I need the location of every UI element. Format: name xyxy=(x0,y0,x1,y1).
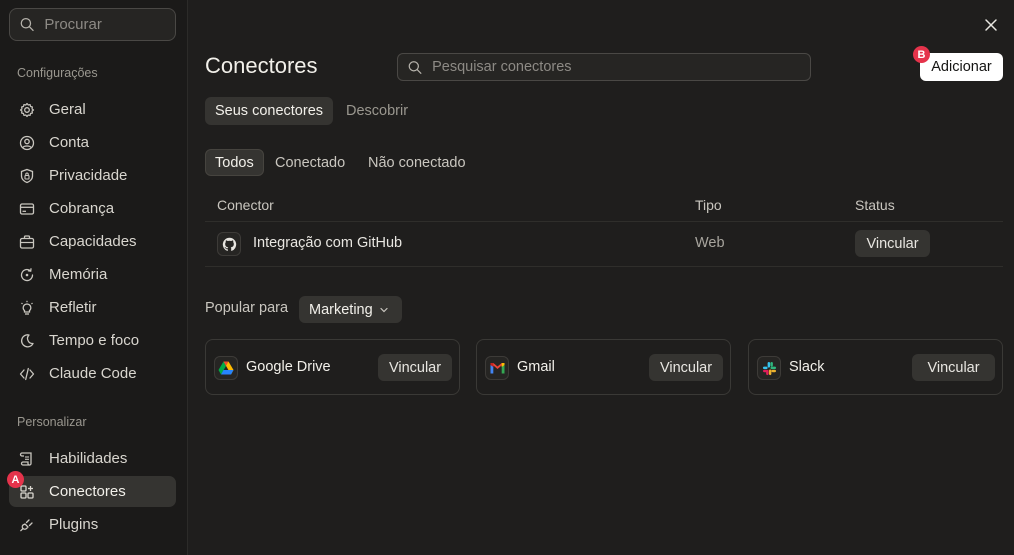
search-icon xyxy=(408,60,422,74)
connector-search[interactable] xyxy=(397,53,811,81)
shield-lock-icon xyxy=(20,168,34,183)
scroll-icon xyxy=(19,451,32,466)
gmail-icon xyxy=(485,356,509,380)
connector-card-slack: Slack Vincular xyxy=(748,339,1003,395)
user-circle-icon xyxy=(19,135,35,150)
gear-icon xyxy=(19,102,35,117)
sidebar-item-plugins[interactable]: Plugins xyxy=(9,509,176,540)
annotation-badge-a: A xyxy=(7,471,24,488)
sidebar-item-claude-code[interactable]: Claude Code xyxy=(9,358,176,389)
filter-all[interactable]: Todos xyxy=(205,149,264,176)
column-header-connector: Conector xyxy=(217,197,274,213)
section-label-settings: Configurações xyxy=(17,66,98,80)
sidebar-item-label: Cobrança xyxy=(49,200,115,217)
lightbulb-icon xyxy=(21,300,33,315)
card-name: Slack xyxy=(789,359,825,375)
connector-search-input[interactable] xyxy=(432,59,810,75)
sidebar-item-label: Claude Code xyxy=(49,365,137,382)
sidebar-item-refletir[interactable]: Refletir xyxy=(9,292,176,323)
table-divider xyxy=(205,266,1003,267)
link-button-google-drive[interactable]: Vincular xyxy=(378,354,452,381)
sidebar: Configurações Geral Conta Privacidade Co… xyxy=(0,0,188,555)
sidebar-item-label: Memória xyxy=(49,266,108,283)
sidebar-item-conectores[interactable]: Conectores xyxy=(9,476,176,507)
sidebar-item-label: Refletir xyxy=(49,299,97,316)
popular-label: Popular para xyxy=(205,300,289,316)
filter-connected[interactable]: Conectado xyxy=(266,149,354,176)
sidebar-item-label: Plugins xyxy=(49,516,99,533)
link-button-github[interactable]: Vincular xyxy=(855,230,930,257)
sidebar-search[interactable] xyxy=(9,8,176,41)
annotation-badge-b: B xyxy=(913,46,930,63)
sidebar-search-input[interactable] xyxy=(44,16,175,33)
plug-icon xyxy=(20,518,33,531)
moon-icon xyxy=(21,333,34,347)
page-title: Conectores xyxy=(205,53,318,78)
card-name: Google Drive xyxy=(246,359,331,375)
link-button-gmail[interactable]: Vincular xyxy=(649,354,723,381)
sidebar-item-capacidades[interactable]: Capacidades xyxy=(9,226,176,257)
briefcase-icon xyxy=(19,234,35,249)
memory-icon xyxy=(20,267,34,281)
chevron-down-icon xyxy=(380,307,388,312)
sidebar-item-label: Capacidades xyxy=(49,233,137,250)
sidebar-item-geral[interactable]: Geral xyxy=(9,94,176,125)
close-icon[interactable] xyxy=(983,17,999,33)
google-drive-icon xyxy=(214,356,238,380)
sidebar-item-label: Geral xyxy=(49,101,86,118)
section-label-personalize: Personalizar xyxy=(17,415,87,429)
sidebar-item-label: Privacidade xyxy=(49,167,128,184)
sidebar-item-conta[interactable]: Conta xyxy=(9,127,176,158)
connector-card-google-drive: Google Drive Vincular xyxy=(205,339,460,395)
tab-your-connectors[interactable]: Seus conectores xyxy=(205,97,334,125)
sidebar-item-label: Conta xyxy=(49,134,90,151)
filter-not-connected[interactable]: Não conectado xyxy=(359,149,475,176)
category-dropdown[interactable]: Marketing xyxy=(299,296,402,323)
card-name: Gmail xyxy=(517,359,555,375)
search-icon xyxy=(20,17,34,32)
credit-card-icon xyxy=(19,202,35,215)
sidebar-item-cobranca[interactable]: Cobrança xyxy=(9,193,176,224)
connector-name: Integração com GitHub xyxy=(253,235,403,251)
sidebar-item-memoria[interactable]: Memória xyxy=(9,259,176,290)
add-button[interactable]: Adicionar xyxy=(920,53,1003,81)
column-header-status: Status xyxy=(855,197,895,213)
dropdown-value: Marketing xyxy=(309,301,373,318)
code-icon xyxy=(19,367,35,380)
column-header-type: Tipo xyxy=(695,197,722,213)
slack-icon xyxy=(757,356,781,380)
sidebar-item-label: Habilidades xyxy=(49,450,128,467)
github-icon xyxy=(217,232,241,256)
connectors-icon xyxy=(20,484,34,499)
connector-card-gmail: Gmail Vincular xyxy=(476,339,731,395)
connector-type: Web xyxy=(695,235,725,251)
sidebar-item-label: Conectores xyxy=(49,483,126,500)
table-divider xyxy=(205,221,1003,222)
link-button-slack[interactable]: Vincular xyxy=(912,354,995,381)
sidebar-item-habilidades[interactable]: Habilidades xyxy=(9,443,176,474)
sidebar-item-privacidade[interactable]: Privacidade xyxy=(9,160,176,191)
sidebar-item-label: Tempo e foco xyxy=(49,332,140,349)
sidebar-item-tempo-e-foco[interactable]: Tempo e foco xyxy=(9,325,176,356)
tab-discover[interactable]: Descobrir xyxy=(336,97,418,125)
